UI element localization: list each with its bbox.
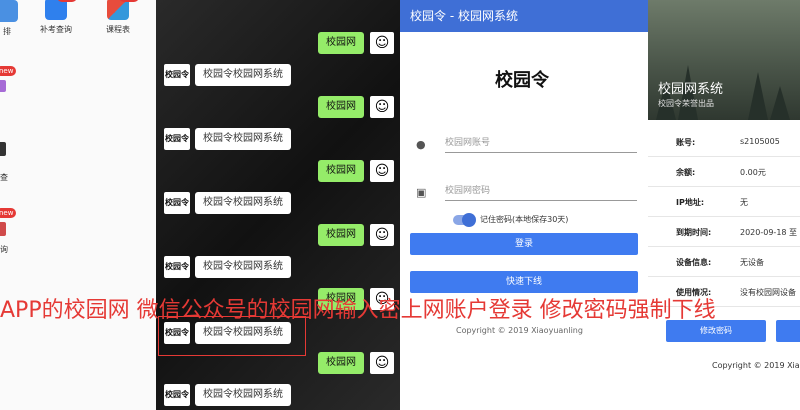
message-bubble[interactable]: 校园令校园网系统 bbox=[195, 64, 291, 86]
building-icon[interactable] bbox=[0, 142, 6, 156]
new-badge: new bbox=[56, 0, 77, 2]
new-badge: new bbox=[118, 0, 139, 2]
info-row: 设备信息: 无设备 bbox=[648, 246, 800, 277]
info-label: 到期时间: bbox=[676, 228, 712, 237]
quick-offline-button[interactable]: 快速下线 bbox=[410, 271, 638, 293]
app-timetable[interactable]: new 课程表 bbox=[100, 0, 139, 35]
tree-shape bbox=[770, 86, 790, 120]
info-value: 无设备 bbox=[740, 258, 764, 267]
logo-avatar[interactable]: 校园令 bbox=[164, 384, 190, 406]
message-outgoing: 校园网 ☺ bbox=[314, 96, 394, 118]
info-row: 到期时间: 2020-09-18 至 2 bbox=[648, 216, 800, 247]
remember-password-toggle[interactable] bbox=[453, 213, 476, 227]
hero-subtitle: 校园令荣誉出品 bbox=[658, 99, 714, 108]
info-value: 无 bbox=[740, 198, 748, 207]
app-icon[interactable] bbox=[0, 80, 6, 92]
info-row: 账号: s2105005 bbox=[648, 126, 800, 157]
checklist-icon: new bbox=[45, 0, 77, 20]
info-label: 账号: bbox=[676, 138, 696, 147]
message-bubble: 校园网 bbox=[318, 32, 364, 54]
hero-title: 校园网系统 bbox=[658, 82, 724, 97]
message-outgoing: 校园网 ☺ bbox=[314, 32, 394, 54]
logo-avatar[interactable]: 校园令 bbox=[164, 128, 190, 150]
logo-avatar[interactable]: 校园令 bbox=[164, 192, 190, 214]
app-makeup-exam-query[interactable]: new 补考查询 bbox=[38, 0, 77, 35]
info-value: 2020-09-18 至 2 bbox=[740, 228, 800, 237]
new-badge: new bbox=[0, 208, 17, 218]
message-bubble[interactable]: 校园令校园网系统 bbox=[195, 128, 291, 150]
message-bubble[interactable]: 校园令校园网系统 bbox=[195, 384, 291, 406]
app-icon[interactable] bbox=[0, 222, 6, 236]
account-input[interactable]: 校园网账号 bbox=[445, 134, 637, 153]
logo-avatar[interactable]: 校园令 bbox=[164, 256, 190, 278]
message-incoming: 校园令 校园令校园网系统 bbox=[164, 128, 304, 150]
message-bubble: 校园网 bbox=[318, 352, 364, 374]
remember-password-label: 记住密码(本地保存30天) bbox=[480, 215, 569, 224]
schedule-icon bbox=[0, 0, 18, 22]
avatar[interactable]: ☺ bbox=[370, 96, 394, 118]
app-label: 查 bbox=[0, 173, 8, 182]
avatar[interactable]: ☺ bbox=[370, 352, 394, 374]
info-label: 设备信息: bbox=[676, 258, 712, 267]
app-logo: 校园令 bbox=[495, 70, 549, 91]
message-incoming: 校园令 校园令校园网系统 bbox=[164, 256, 304, 278]
info-label: 余额: bbox=[676, 168, 696, 177]
app-bar-title: 校园令 - 校园网系统 bbox=[400, 0, 648, 32]
tree-shape bbox=[748, 72, 768, 120]
message-outgoing: 校园网 ☺ bbox=[314, 160, 394, 182]
message-bubble[interactable]: 校园令校园网系统 bbox=[195, 256, 291, 278]
app-label: 补考查询 bbox=[40, 25, 72, 34]
copyright-text: Copyright © 2019 Xiaoyuanling bbox=[456, 326, 583, 335]
login-button[interactable]: 登录 bbox=[410, 233, 638, 255]
timetable-icon: new bbox=[107, 0, 139, 20]
info-row: 余额: 0.00元 bbox=[648, 156, 800, 187]
info-label: IP地址: bbox=[676, 198, 705, 207]
message-outgoing: 校园网 ☺ bbox=[314, 224, 394, 246]
home-screen-panel: 排 new 补考查询 new 课程表 new 查 new 询 bbox=[0, 0, 156, 410]
new-badge: new bbox=[0, 66, 17, 76]
logo-avatar[interactable]: 校园令 bbox=[164, 64, 190, 86]
app-label: 课程表 bbox=[106, 25, 130, 34]
account-icon: ● bbox=[416, 138, 426, 151]
hero-image: 校园网系统 校园令荣誉出品 bbox=[648, 0, 800, 120]
message-bubble: 校园网 bbox=[318, 160, 364, 182]
message-bubble: 校园网 bbox=[318, 96, 364, 118]
message-bubble[interactable]: 校园令校园网系统 bbox=[195, 192, 291, 214]
avatar[interactable]: ☺ bbox=[370, 224, 394, 246]
app-schedule[interactable]: 排 bbox=[0, 0, 22, 37]
avatar[interactable]: ☺ bbox=[370, 160, 394, 182]
lock-icon: ▣ bbox=[416, 186, 427, 199]
message-outgoing: 校园网 ☺ bbox=[314, 352, 394, 374]
avatar[interactable]: ☺ bbox=[370, 32, 394, 54]
message-incoming: 校园令 校园令校园网系统 bbox=[164, 192, 304, 214]
info-value: s2105005 bbox=[740, 137, 780, 146]
account-info-panel: 校园网系统 校园令荣誉出品 账号: s2105005 余额: 0.00元 IP地… bbox=[648, 0, 800, 410]
message-incoming: 校园令 校园令校园网系统 bbox=[164, 64, 304, 86]
message-bubble: 校园网 bbox=[318, 224, 364, 246]
info-value: 0.00元 bbox=[740, 168, 766, 177]
info-row: IP地址: 无 bbox=[648, 186, 800, 217]
copyright-text: Copyright © 2019 Xiaoy bbox=[712, 361, 800, 370]
overlay-caption: APP的校园网 微信公众号的校园网输入密上网账户登录 修改密码强制下线 bbox=[0, 298, 716, 323]
toggle-knob bbox=[462, 213, 476, 227]
app-label: 排 bbox=[3, 27, 11, 36]
app-label: 询 bbox=[0, 245, 8, 254]
message-incoming: 校园令 校园令校园网系统 bbox=[164, 384, 304, 406]
login-panel: 校园令 - 校园网系统 校园令 ● 校园网账号 ▣ 校园网密码 记住密码(本地保… bbox=[400, 0, 648, 410]
password-input[interactable]: 校园网密码 bbox=[445, 182, 637, 201]
